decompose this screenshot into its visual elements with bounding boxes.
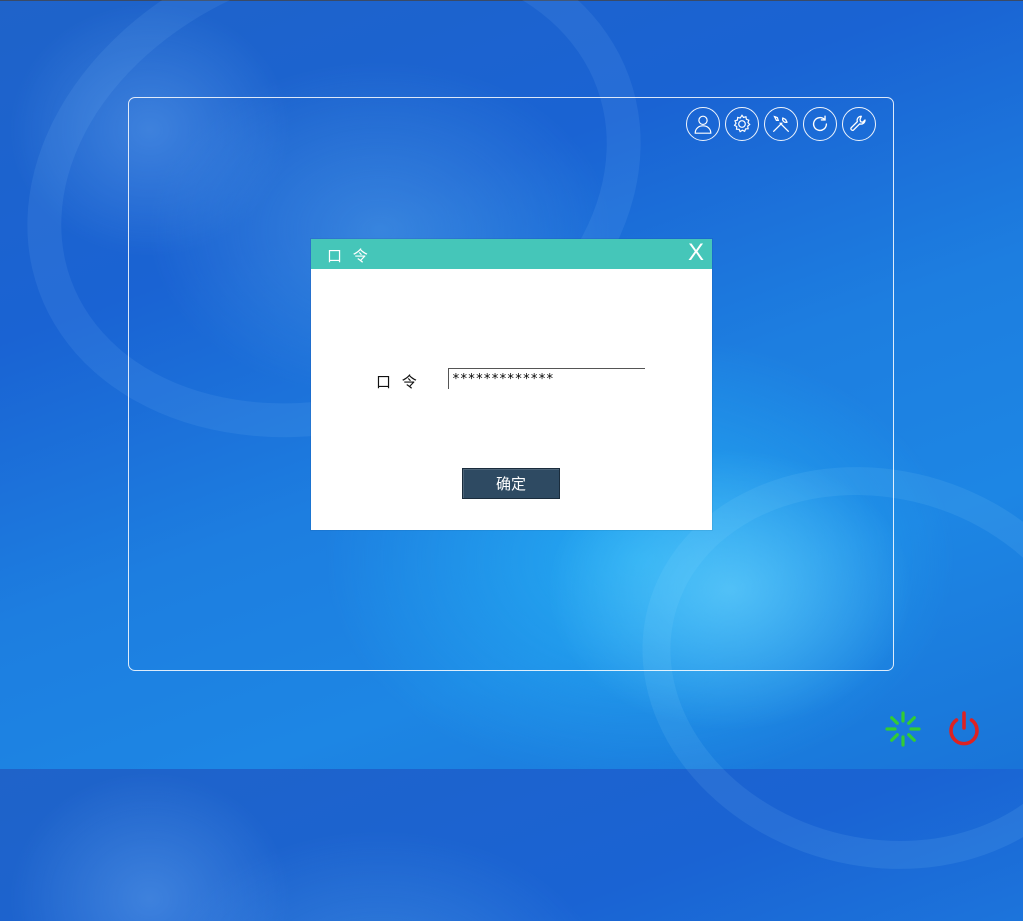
power-button[interactable] <box>944 710 984 748</box>
user-icon <box>694 115 712 134</box>
top-toolbar <box>686 107 876 141</box>
password-input[interactable] <box>448 368 645 389</box>
gear-icon <box>733 114 751 133</box>
power-icon <box>949 711 979 746</box>
wrench-icon <box>850 115 866 131</box>
close-button[interactable]: X <box>688 240 704 266</box>
loading-spinner-icon <box>885 711 921 747</box>
refresh-icon <box>812 115 828 132</box>
confirm-button[interactable]: 确定 <box>462 468 560 499</box>
user-button[interactable] <box>686 107 720 141</box>
password-dialog: 口 令 X 口 令 确定 <box>311 239 712 530</box>
password-label: 口 令 <box>376 373 420 391</box>
settings-button[interactable] <box>725 107 759 141</box>
top-border-line <box>0 0 1023 1</box>
tools-button[interactable] <box>764 107 798 141</box>
dialog-titlebar[interactable]: 口 令 X <box>311 239 712 269</box>
wrench-button[interactable] <box>842 107 876 141</box>
loading-spinner[interactable] <box>884 710 922 748</box>
tools-icon <box>773 115 789 132</box>
refresh-button[interactable] <box>803 107 837 141</box>
dialog-title: 口 令 <box>327 247 371 265</box>
